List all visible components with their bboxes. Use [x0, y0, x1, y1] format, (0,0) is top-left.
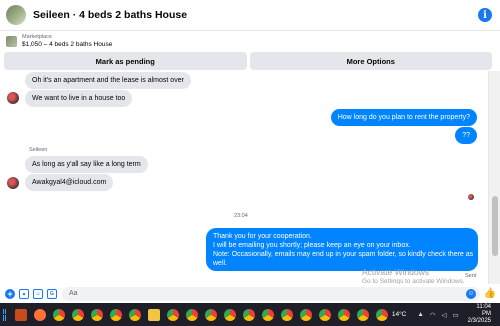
- chat-header: Seileen · 4 beds 2 baths House i: [0, 0, 500, 31]
- listing-thumbnail: [6, 35, 17, 47]
- firefox-icon[interactable]: [34, 308, 47, 321]
- seen-indicator-avatar: [468, 194, 474, 200]
- weather-temperature[interactable]: 14°C: [392, 311, 407, 318]
- file-explorer-icon[interactable]: [148, 308, 161, 321]
- watermark-title: Activate Windows: [362, 267, 430, 277]
- chrome-icon[interactable]: [319, 308, 332, 321]
- message-status: Sent: [465, 273, 477, 279]
- chat-title[interactable]: Seileen · 4 beds 2 baths House: [33, 9, 187, 21]
- thread-scrollbar[interactable]: [488, 71, 500, 284]
- taskbar-apps: [12, 308, 392, 321]
- sticker-icon[interactable]: ☺: [33, 288, 43, 299]
- info-icon[interactable]: i: [478, 8, 492, 22]
- message-outgoing-long: Thank you for your cooperation. I will b…: [206, 228, 478, 271]
- message-outgoing: How long do you plan to rent the propert…: [330, 109, 477, 126]
- chrome-icon[interactable]: [357, 308, 370, 321]
- message-incoming: Oh it's an apartment and the lease is al…: [25, 72, 191, 89]
- chrome-icon[interactable]: [300, 308, 313, 321]
- plus-icon[interactable]: +: [5, 288, 15, 299]
- emoji-icon[interactable]: ☺: [466, 288, 476, 299]
- chrome-icon[interactable]: [53, 308, 66, 321]
- contact-avatar-small: [7, 92, 19, 104]
- thumbs-up-icon[interactable]: 👍: [483, 288, 497, 299]
- speaker-icon[interactable]: ◁: [441, 311, 446, 319]
- scrollbar-thumb[interactable]: [492, 196, 498, 256]
- message-line: I will be emailing you shortly; please k…: [213, 242, 411, 249]
- chrome-icon[interactable]: [224, 308, 237, 321]
- listing-banner[interactable]: Marketplace $1,050 – 4 beds 2 baths Hous…: [0, 31, 500, 51]
- chrome-icon[interactable]: [338, 308, 351, 321]
- gif-icon[interactable]: G: [47, 288, 57, 299]
- more-options-button[interactable]: More Options: [249, 52, 492, 70]
- windows-start-icon[interactable]: [3, 308, 6, 321]
- chrome-icon[interactable]: [72, 308, 85, 321]
- message-input[interactable]: Aa ☺: [62, 286, 480, 301]
- photo-icon[interactable]: ▲: [19, 288, 29, 299]
- clock[interactable]: 11:04 PM 2/3/2025: [468, 304, 491, 325]
- clock-time: 11:04 PM: [476, 304, 491, 317]
- message-outgoing: ??: [455, 127, 477, 144]
- listing-actions: Mark as pending More Options: [4, 52, 492, 70]
- listing-source: Marketplace: [22, 34, 52, 40]
- battery-icon[interactable]: ▭: [452, 311, 458, 319]
- contact-avatar-small: [7, 177, 19, 189]
- chrome-icon[interactable]: [262, 308, 275, 321]
- contact-avatar[interactable]: [6, 5, 26, 25]
- message-line: Note: Occasionally, emails may end up in…: [213, 251, 474, 258]
- sender-name: Seileen: [29, 147, 48, 153]
- pc-icon[interactable]: [15, 308, 28, 321]
- chrome-icon[interactable]: [186, 308, 199, 321]
- message-timestamp: 23:04: [234, 213, 248, 219]
- windows-taskbar: 14°C ▲ ◠ ◁ ▭ 11:04 PM 2/3/2025: [0, 303, 500, 326]
- chrome-icon[interactable]: [376, 308, 389, 321]
- chevron-up-icon[interactable]: ▲: [417, 311, 423, 318]
- chrome-icon[interactable]: [110, 308, 123, 321]
- wifi-icon[interactable]: ◠: [430, 311, 436, 319]
- message-incoming: As long as y'all say like a long term: [25, 156, 148, 173]
- clock-date: 2/3/2025: [467, 318, 491, 324]
- mark-as-pending-button[interactable]: Mark as pending: [4, 52, 247, 70]
- message-input-placeholder: Aa: [69, 290, 78, 297]
- chrome-icon[interactable]: [281, 308, 294, 321]
- listing-price-title: $1,050 – 4 beds 2 baths House: [22, 41, 113, 48]
- message-line: Thank you for your cooperation.: [213, 233, 312, 240]
- system-tray: 14°C ▲ ◠ ◁ ▭ 11:04 PM 2/3/2025: [392, 304, 497, 325]
- message-incoming: We want to live in a house too: [25, 90, 133, 107]
- message-incoming-email: Awakgyal4@icloud.com: [25, 174, 114, 191]
- message-thread: Oh it's an apartment and the lease is al…: [0, 71, 488, 284]
- chrome-icon[interactable]: [129, 308, 142, 321]
- chrome-icon[interactable]: [243, 308, 256, 321]
- chrome-icon[interactable]: [205, 308, 218, 321]
- activate-windows-watermark: Activate Windows Go to Settings to activ…: [362, 267, 465, 285]
- chrome-icon[interactable]: [91, 308, 104, 321]
- message-composer: + ▲ ☺ G Aa ☺ 👍: [0, 284, 500, 303]
- chrome-icon[interactable]: [167, 308, 180, 321]
